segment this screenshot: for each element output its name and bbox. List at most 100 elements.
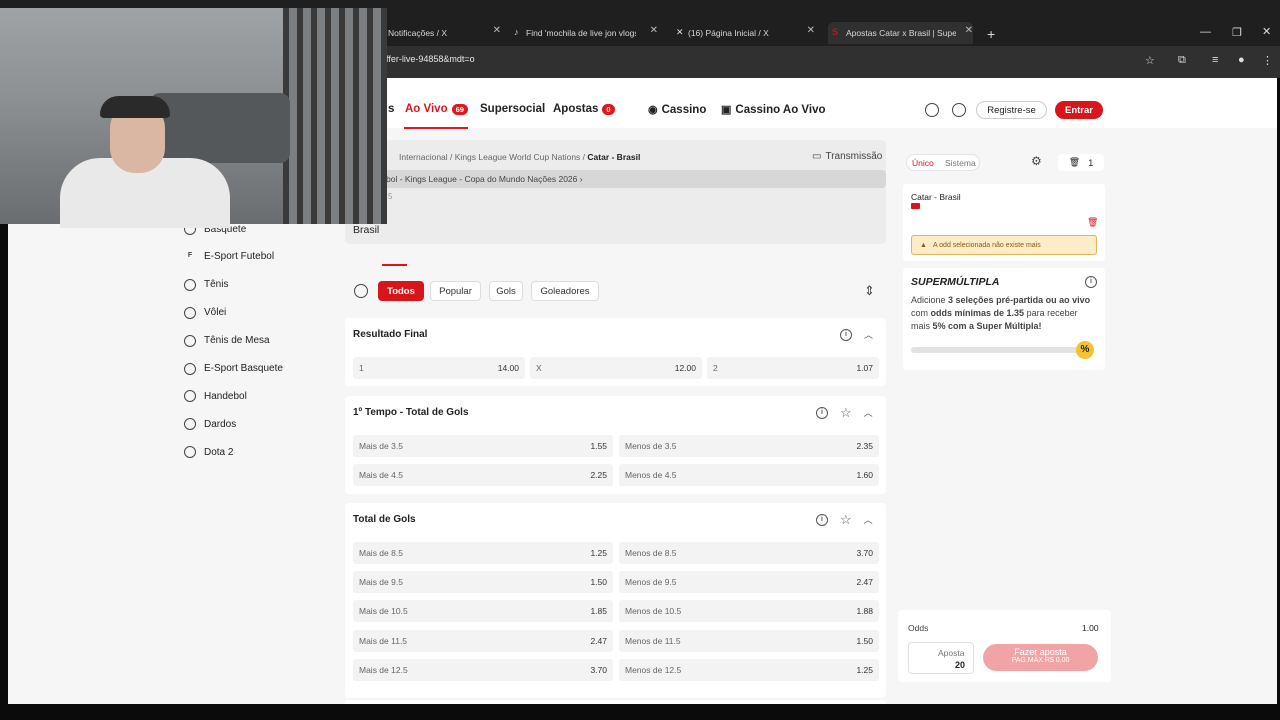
- odd-button[interactable]: Menos de 11.5 1.50: [619, 629, 879, 652]
- browser-tab[interactable]: Notificações / X ✕: [386, 22, 501, 44]
- odd-button[interactable]: Mais de 3.5 1.55: [353, 435, 613, 457]
- odd-button[interactable]: X 12.00: [530, 357, 702, 379]
- expand-collapse-icon[interactable]: ⇕: [864, 283, 875, 299]
- nav-item[interactable]: ◉ Cassino: [648, 103, 706, 117]
- handball-icon: [184, 390, 196, 403]
- odd-button[interactable]: Mais de 11.5 2.47: [353, 629, 613, 652]
- supermultipla-text: Adicione 3 seleções pré-partida ou ao vi…: [911, 295, 1091, 331]
- delete-selection-icon[interactable]: 🗑: [1087, 217, 1098, 228]
- info-icon[interactable]: i: [1085, 276, 1097, 288]
- filter-chip[interactable]: Goleadores: [531, 281, 599, 301]
- breadcrumb-item[interactable]: Internacional: [399, 152, 448, 162]
- tennis-icon: [184, 278, 196, 291]
- odd-value: 2.25: [590, 470, 607, 480]
- odd-value: 1.07: [856, 363, 873, 373]
- sidebar-item[interactable]: F E-Sport Futebol: [184, 251, 274, 263]
- extensions-icon[interactable]: ⧉: [1178, 54, 1186, 67]
- star-icon[interactable]: ☆: [840, 513, 852, 526]
- filter-chip[interactable]: Todos: [378, 281, 424, 301]
- sidebar-item[interactable]: Handebol: [184, 390, 247, 403]
- sidebar-item[interactable]: Dardos: [184, 418, 236, 431]
- tab-favicon-icon: S: [832, 27, 839, 37]
- odd-button[interactable]: Menos de 4.5 1.60: [619, 464, 879, 486]
- odd-button[interactable]: Menos de 3.5 2.35: [619, 435, 879, 457]
- close-tab-icon[interactable]: ✕: [493, 25, 501, 36]
- nav-item[interactable]: ▣ Cassino Ao Vivo: [721, 103, 826, 117]
- betslip-count-button[interactable]: 🗑 1: [1058, 154, 1104, 171]
- tab-title: (16) Página Inicial / X: [688, 28, 769, 38]
- user-icon[interactable]: [952, 103, 966, 117]
- odd-button[interactable]: Menos de 8.5 3.70: [619, 542, 879, 564]
- tab-single[interactable]: Único: [912, 158, 934, 168]
- url-text[interactable]: ffer-live-94858&mdt=o: [386, 54, 475, 64]
- odd-button[interactable]: Mais de 8.5 1.25: [353, 542, 613, 564]
- odd-button[interactable]: 2 1.07: [707, 357, 879, 379]
- star-icon[interactable]: ☆: [840, 406, 852, 419]
- stake-value: 20: [955, 660, 966, 670]
- bookmark-star-icon[interactable]: ☆: [1145, 54, 1155, 67]
- profile-icon[interactable]: ●: [1238, 54, 1245, 66]
- next-market-card: [345, 700, 886, 704]
- info-icon[interactable]: i: [840, 328, 852, 341]
- warning-icon: ▲: [920, 241, 927, 249]
- breadcrumb-item[interactable]: Kings League World Cup Nations: [455, 152, 581, 162]
- sidebar-item[interactable]: Vôlei: [184, 306, 226, 319]
- info-icon[interactable]: i: [816, 513, 828, 526]
- browser-tab[interactable]: ✕ (16) Página Inicial / X ✕: [672, 22, 815, 44]
- odd-label: Mais de 3.5: [359, 441, 403, 451]
- chevron-up-icon[interactable]: ︿: [864, 328, 873, 341]
- sidebar-item[interactable]: Tênis de Mesa: [184, 334, 270, 347]
- tab-system[interactable]: Sistema: [945, 158, 976, 168]
- search-market-icon[interactable]: [354, 284, 368, 298]
- close-window-button[interactable]: ✕: [1262, 25, 1271, 38]
- login-button[interactable]: Entrar: [1055, 101, 1103, 119]
- media-icon[interactable]: ≡: [1212, 54, 1218, 66]
- register-button[interactable]: Registre-se: [976, 101, 1047, 119]
- odd-value: 1.50: [590, 577, 607, 588]
- chevron-up-icon[interactable]: ︿: [864, 513, 873, 526]
- menu-icon[interactable]: ⋮: [1262, 54, 1273, 67]
- pillow: [150, 93, 290, 163]
- league-link[interactable]: bol - Kings League - Copa do Mundo Naçõe…: [378, 170, 886, 188]
- darts-icon: [184, 418, 196, 431]
- nav-label: Supersocial: [480, 103, 546, 115]
- odd-button[interactable]: Menos de 12.5 1.25: [619, 658, 879, 681]
- odd-value: 1.25: [856, 664, 873, 675]
- settings-gear-icon[interactable]: ⚙: [1031, 154, 1042, 168]
- sidebar-item[interactable]: Tênis: [184, 278, 228, 291]
- new-tab-button[interactable]: +: [987, 26, 995, 42]
- sidebar-item[interactable]: E-Sport Basquete: [184, 362, 283, 375]
- browser-tab[interactable]: ♪ Find 'mochila de live jon vlogs ✕: [510, 22, 658, 44]
- nav-item[interactable]: Supersocial: [480, 103, 545, 115]
- odd-button[interactable]: Menos de 10.5 1.88: [619, 600, 879, 623]
- fifa-icon: F: [187, 251, 193, 259]
- odd-button[interactable]: 1 14.00: [353, 357, 525, 379]
- restore-button[interactable]: ❐: [1232, 26, 1242, 39]
- nav-item[interactable]: Ao Vivo 69: [405, 103, 468, 115]
- sidebar-item[interactable]: Dota 2: [184, 446, 233, 459]
- place-bet-button[interactable]: Fazer aposta PAG.MÁX R$ 0,00: [983, 644, 1098, 671]
- close-tab-icon[interactable]: ✕: [965, 25, 973, 36]
- odd-button[interactable]: Mais de 10.5 1.85: [353, 600, 613, 623]
- chevron-up-icon[interactable]: ︿: [864, 406, 873, 419]
- close-tab-icon[interactable]: ✕: [650, 25, 658, 36]
- odd-button[interactable]: Menos de 9.5 2.47: [619, 571, 879, 594]
- browser-tab[interactable]: S Apostas Catar x Brasil | Superbe ✕: [828, 22, 973, 44]
- nav-item[interactable]: Apostas 0: [553, 103, 615, 115]
- info-icon[interactable]: i: [816, 406, 828, 419]
- odd-label: Menos de 12.5: [625, 664, 682, 675]
- odd-button[interactable]: Mais de 12.5 3.70: [353, 658, 613, 681]
- event-partial: 5: [388, 192, 393, 201]
- esport-basketball-icon: [184, 362, 196, 375]
- close-tab-icon[interactable]: ✕: [807, 25, 815, 36]
- filter-chip[interactable]: Gols: [489, 281, 523, 301]
- minimize-button[interactable]: —: [1200, 26, 1211, 38]
- odd-label: Menos de 3.5: [625, 441, 677, 451]
- nav-item[interactable]: s: [388, 103, 394, 115]
- search-icon[interactable]: [925, 103, 939, 117]
- trash-icon: 🗑: [1068, 157, 1081, 167]
- odd-button[interactable]: Mais de 9.5 1.50: [353, 571, 613, 594]
- transmission-button[interactable]: ▭ Transmissão: [812, 151, 882, 162]
- filter-chip[interactable]: Popular: [430, 281, 481, 301]
- odd-button[interactable]: Mais de 4.5 2.25: [353, 464, 613, 486]
